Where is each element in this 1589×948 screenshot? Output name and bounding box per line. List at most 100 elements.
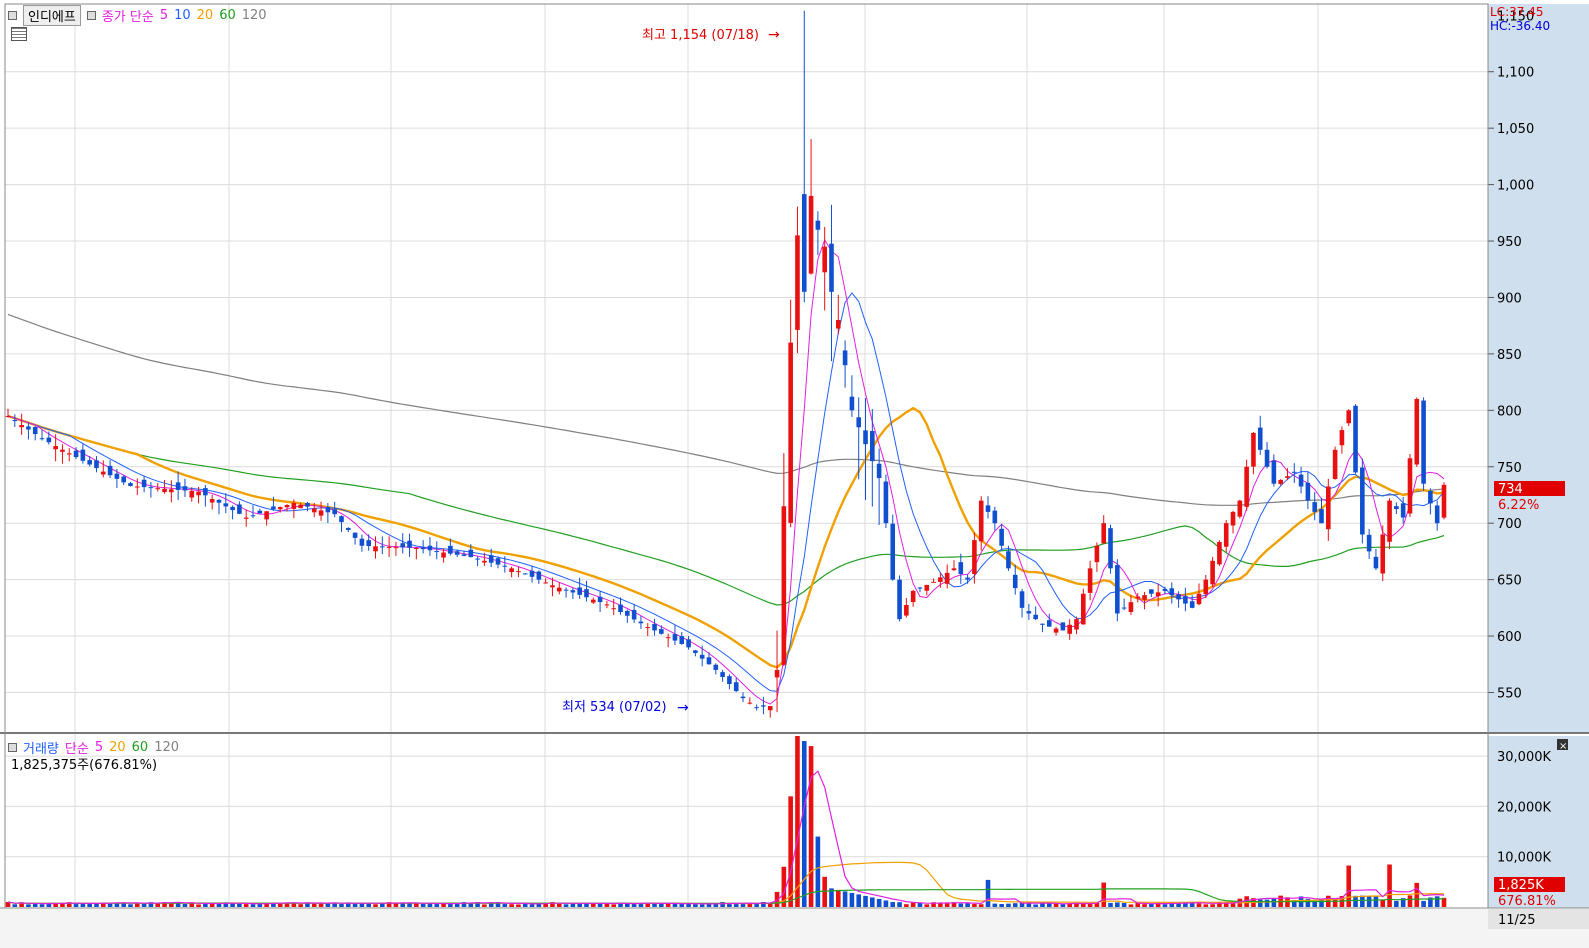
candle-body <box>1278 479 1283 484</box>
volume-bar <box>237 903 242 907</box>
volume-bar <box>1257 899 1263 907</box>
volume-bar <box>883 900 889 907</box>
candle-body <box>713 664 719 670</box>
candle-body <box>339 516 344 523</box>
volume-bar <box>1366 896 1372 907</box>
candle-body <box>482 560 487 563</box>
hc-tag: HC:-36.40 <box>1490 19 1551 33</box>
candle-body <box>209 499 215 503</box>
volume-toggle-icon[interactable] <box>8 743 17 752</box>
candle-body <box>243 517 249 519</box>
candle-body <box>808 195 814 274</box>
price-axis-bg <box>1488 4 1589 732</box>
volume-bar <box>128 904 133 907</box>
volume-bar <box>1033 904 1038 907</box>
candle-body <box>407 540 412 548</box>
candle-body <box>706 657 712 665</box>
svg-text:×: × <box>1559 741 1567 752</box>
candle-body <box>1149 589 1154 594</box>
candle-body <box>19 424 24 428</box>
candle-body <box>1189 601 1195 608</box>
volume-bar <box>788 796 793 907</box>
volume-bar <box>699 904 705 907</box>
volume-bar <box>352 903 358 907</box>
candle-body <box>32 427 38 435</box>
candle-body <box>1271 460 1277 484</box>
candle-body <box>1319 508 1324 524</box>
candle-body <box>1366 534 1372 552</box>
volume-bar <box>972 903 977 907</box>
volume-bar <box>80 904 86 907</box>
candle-body <box>1257 427 1263 450</box>
candle-body <box>1223 523 1229 547</box>
candle-body <box>1441 484 1447 518</box>
xaxis-bg <box>0 909 1589 948</box>
candle-body <box>856 417 862 428</box>
candle-body <box>897 579 902 620</box>
volume-bar <box>978 904 984 907</box>
candle-body <box>863 430 868 445</box>
volume-bar <box>1407 895 1413 907</box>
candle-body <box>223 503 229 507</box>
candle-body <box>972 540 977 574</box>
candle-body <box>1339 430 1345 446</box>
candle-body <box>1019 591 1025 608</box>
candle-body <box>638 621 644 624</box>
candle-body <box>1312 502 1317 512</box>
volume-bar <box>659 903 664 907</box>
candle-body <box>584 589 589 598</box>
candle-body <box>904 605 909 616</box>
legend-toggle-icon[interactable] <box>8 11 17 20</box>
volume-bar <box>665 903 671 907</box>
stock-chart[interactable]: 550 600 650 700 750 800 850 900 950 1,000 1,050 1,1… <box>0 0 1589 948</box>
table-view-icon[interactable] <box>11 27 27 41</box>
candle-body <box>237 504 242 514</box>
ma-toggle-icon[interactable] <box>86 11 96 20</box>
volume-bar <box>529 904 535 907</box>
candle-body <box>386 546 392 548</box>
volume-bar <box>1087 904 1093 907</box>
candle-body <box>1196 593 1202 605</box>
candle-body <box>53 445 58 450</box>
candle-body <box>318 510 324 516</box>
volume-bar <box>604 903 610 907</box>
stock-name-button[interactable]: 인디에프 <box>23 5 81 26</box>
candle-body <box>951 568 957 571</box>
candle-body <box>1155 592 1161 597</box>
candle-body <box>475 558 480 560</box>
candle-body <box>1169 588 1175 596</box>
volume-bar <box>1142 904 1147 907</box>
volume-bar <box>1360 895 1365 907</box>
candle-body <box>761 705 766 707</box>
candle-body <box>1094 545 1100 563</box>
volume-bar <box>216 903 222 907</box>
candle-body <box>965 577 970 580</box>
candle-body <box>305 502 310 507</box>
candle-body <box>1353 405 1358 473</box>
volume-bar <box>1203 904 1209 907</box>
candle-body <box>1237 500 1243 517</box>
candle-body <box>876 463 882 479</box>
current-volume-value: 1,825K <box>1498 878 1544 893</box>
volume-bar <box>250 904 256 907</box>
candle-body <box>774 669 780 678</box>
candle-body <box>1373 556 1379 569</box>
volume-bar <box>910 902 916 907</box>
candle-body <box>516 571 521 573</box>
volume-bar <box>1012 903 1018 907</box>
candle-body <box>801 194 807 292</box>
candle-body <box>107 465 113 476</box>
candle-body <box>924 584 930 591</box>
volume-tick: 20,000K <box>1497 800 1551 815</box>
candle-body <box>1162 588 1168 591</box>
volume-bar <box>815 836 821 907</box>
candle-body <box>128 483 133 486</box>
candle-body <box>311 508 317 513</box>
candle-body <box>631 609 637 620</box>
volume-bar <box>679 903 685 907</box>
candle-body <box>1121 607 1127 609</box>
price-tick: 800 <box>1497 404 1522 419</box>
volume-bar <box>1196 903 1202 907</box>
candle-body <box>380 546 385 548</box>
candle-body <box>80 449 86 461</box>
